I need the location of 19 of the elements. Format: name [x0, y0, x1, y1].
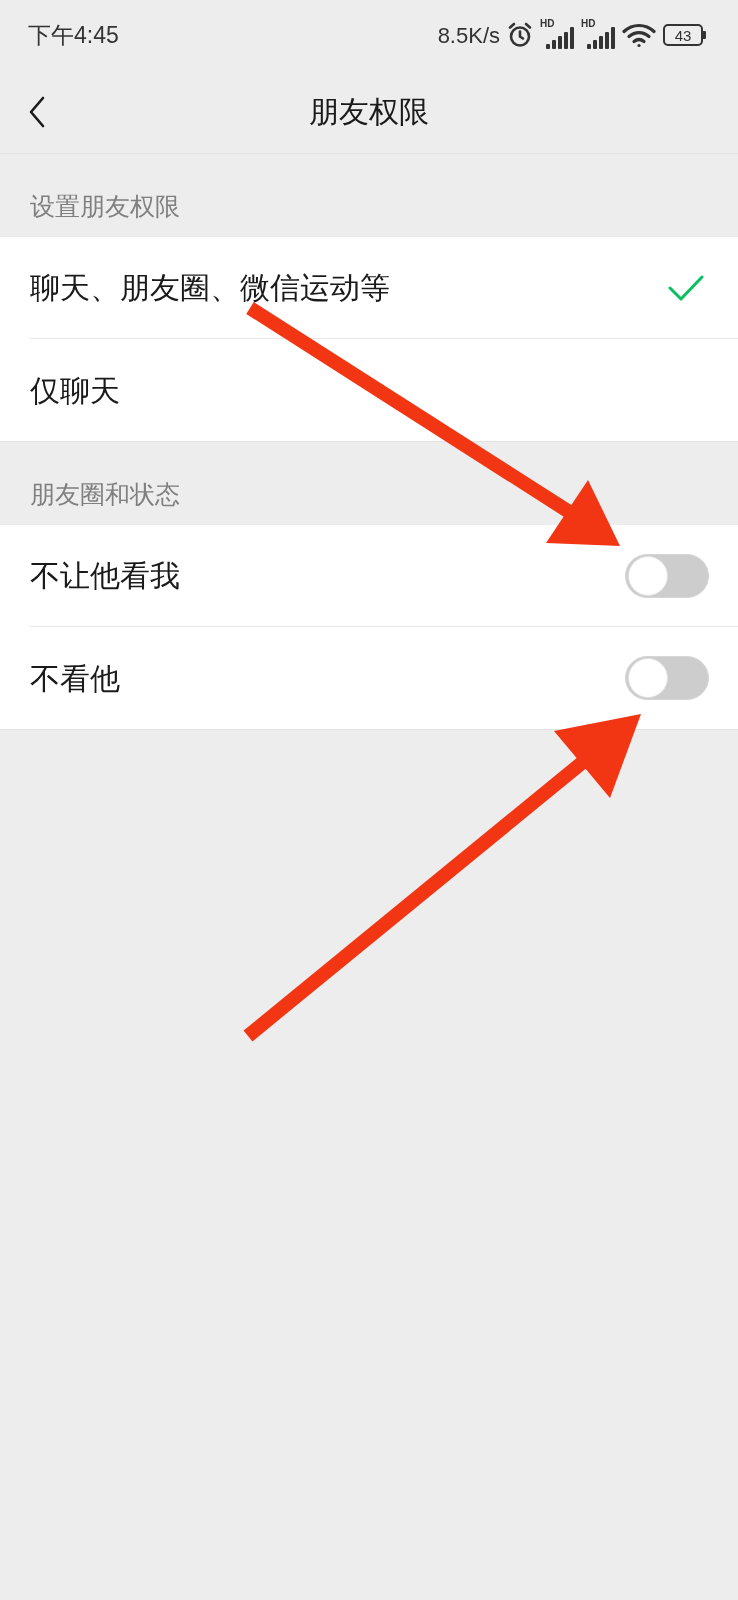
toggle-switch[interactable]	[625, 656, 709, 700]
network-type-label: HD	[540, 18, 555, 30]
option-label: 不看他	[30, 660, 120, 697]
signal-bars-icon	[587, 27, 615, 49]
status-time: 下午4:45	[28, 20, 119, 50]
network-type-label: HD	[581, 18, 596, 30]
section-heading: 朋友圈和状态	[30, 478, 180, 510]
network-speed: 8.5K/s	[437, 21, 500, 50]
toggle-switch[interactable]	[625, 553, 709, 598]
alarm-clock-icon	[507, 22, 533, 48]
permission-option[interactable]: 仅聊天	[30, 339, 738, 441]
option-label: 不让他看我	[30, 558, 180, 594]
signal-bars-icon	[546, 27, 574, 49]
page-title: 朋友权限	[309, 94, 429, 130]
wifi-icon	[622, 22, 656, 48]
back-chevron-icon	[28, 96, 46, 128]
checkmark-icon	[668, 273, 704, 302]
battery-level: 43	[663, 24, 703, 46]
section-heading: 设置朋友权限	[30, 190, 180, 222]
